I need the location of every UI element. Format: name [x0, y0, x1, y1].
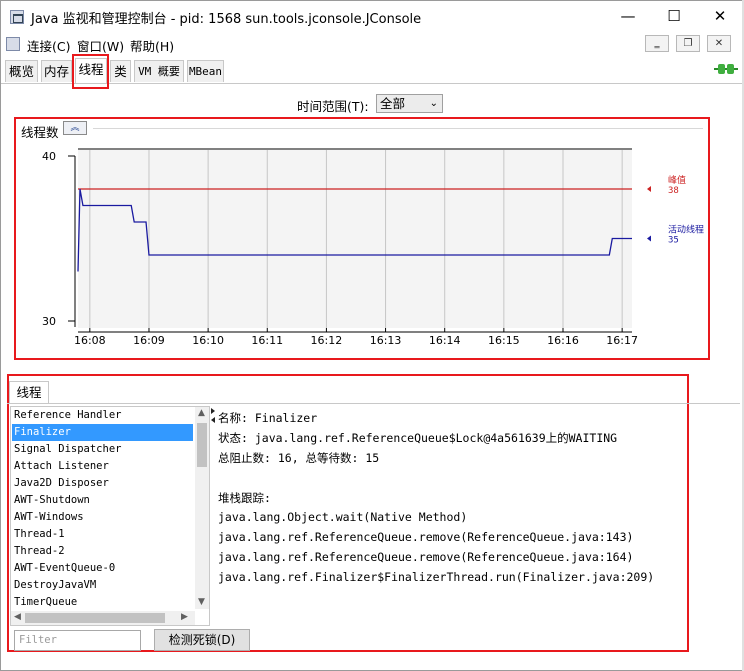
chevrons-up-icon[interactable]: ︽: [63, 121, 87, 135]
series-marker-icon: [647, 235, 651, 242]
thread-list-item[interactable]: AWT-Shutdown: [12, 492, 193, 509]
tab-memory[interactable]: 内存: [41, 60, 72, 82]
thread-details: 名称: Finalizer 状态: java.lang.ref.Reference…: [218, 406, 683, 626]
jconsole-window: Java 监视和管理控制台 - pid: 1568 sun.tools.jcon…: [0, 0, 744, 671]
scroll-right-icon[interactable]: ▶: [181, 612, 188, 622]
detail-line: java.lang.ref.ReferenceQueue.remove(Refe…: [218, 550, 634, 564]
vertical-scrollbar[interactable]: ▲ ▼: [195, 407, 209, 609]
minimize-button[interactable]: —: [605, 1, 651, 32]
title-bar[interactable]: Java 监视和管理控制台 - pid: 1568 sun.tools.jcon…: [1, 1, 743, 32]
time-range-value: 全部: [380, 96, 406, 111]
split-pane-divider[interactable]: [211, 406, 215, 626]
menu-window[interactable]: 窗口(W): [77, 36, 124, 55]
thread-list-item[interactable]: AWT-EventQueue-0: [12, 560, 193, 577]
frame-minimize-button[interactable]: ‗: [645, 35, 669, 52]
frame-restore-button[interactable]: ❐: [676, 35, 700, 52]
x-tick-label: 16:17: [606, 334, 638, 347]
y-tick-label: 40: [42, 150, 56, 163]
detail-line: 状态: java.lang.ref.ReferenceQueue$Lock@4a…: [218, 431, 618, 445]
scroll-thumb[interactable]: [25, 613, 165, 623]
x-tick-label: 16:14: [429, 334, 461, 347]
thread-list[interactable]: TimerQueue DestroyJavaVM AWT-EventQueue-0 T…: [10, 406, 210, 626]
close-button[interactable]: ✕: [697, 1, 743, 32]
chevron-down-icon: ⌄: [429, 98, 438, 109]
scroll-left-icon[interactable]: ◀: [14, 612, 21, 622]
time-range-label: 时间范围(T):: [297, 99, 369, 114]
x-tick-label: 16:10: [192, 334, 224, 347]
detail-line: java.lang.Object.wait(Native Method): [218, 510, 468, 524]
tab-vm-summary[interactable]: VM 概要: [134, 60, 184, 82]
frame-close-button[interactable]: ✕: [707, 35, 731, 52]
scroll-thumb[interactable]: [197, 423, 207, 467]
detail-line: java.lang.ref.Finalizer$FinalizerThread.…: [218, 570, 655, 584]
tab-classes[interactable]: 类: [110, 60, 131, 82]
detect-deadlock-button[interactable]: 检测死锁(D): [154, 629, 250, 651]
scroll-up-icon[interactable]: ▲: [198, 408, 205, 418]
main-tabs: 概览 内存 线程 类 VM 概要 MBean: [1, 57, 743, 84]
maximize-button[interactable]: ☐: [651, 1, 697, 32]
x-tick-label: 16:11: [251, 334, 283, 347]
thread-list-item[interactable]: DestroyJavaVM: [12, 577, 193, 594]
thread-list-item[interactable]: Thread-1: [12, 526, 193, 543]
series-last-value: 35: [668, 236, 679, 246]
series-name: 峰值: [668, 174, 686, 186]
horizontal-scrollbar[interactable]: ◀ ▶: [11, 611, 195, 625]
thread-list-item[interactable]: Signal Dispatcher: [12, 441, 193, 458]
y-tick-label: 30: [42, 315, 56, 328]
series-last-value: 38: [668, 186, 679, 196]
menu-help[interactable]: 帮助(H): [130, 36, 174, 55]
series-name: 活动线程: [668, 224, 704, 236]
thread-count-title: 线程数: [21, 125, 59, 140]
panel-divider: [93, 128, 703, 129]
thread-list-item[interactable]: AWT-Windows: [12, 509, 193, 526]
window-title: Java 监视和管理控制台 - pid: 1568 sun.tools.jcon…: [31, 12, 422, 27]
thread-list-item[interactable]: Thread-2: [12, 543, 193, 560]
detail-line: 总阻止数: 16, 总等待数: 15: [218, 451, 380, 465]
menu-connection[interactable]: 连接(C): [27, 36, 70, 55]
filter-input[interactable]: Filter: [14, 630, 141, 651]
x-tick-label: 16:08: [74, 334, 106, 347]
time-range-select[interactable]: 全部 ⌄: [376, 94, 443, 113]
menu-bar: 连接(C) 窗口(W) 帮助(H) ‗ ❐ ✕: [1, 32, 743, 56]
thread-list-item[interactable]: Reference Handler: [12, 407, 193, 424]
thread-list-item[interactable]: TimerQueue: [12, 594, 193, 611]
thread-list-item[interactable]: Java2D Disposer: [12, 475, 193, 492]
connection-status-icon: [714, 64, 738, 74]
tab-overview[interactable]: 概览: [5, 60, 38, 82]
tab-thread-list[interactable]: 线程: [9, 381, 49, 403]
thread-detail-tabs: 线程: [7, 379, 740, 404]
detail-line: java.lang.ref.ReferenceQueue.remove(Refe…: [218, 530, 634, 544]
scroll-down-icon[interactable]: ▼: [198, 597, 205, 607]
x-tick-label: 16:09: [133, 334, 165, 347]
series-marker-icon: [647, 186, 651, 192]
thread-list-item[interactable]: Finalizer: [12, 424, 193, 441]
thread-count-chart: 16:08 16:09 16:10 16:11 16:12 16:13 16:14 16:15…: [42, 148, 704, 347]
x-tick-label: 16:15: [488, 334, 520, 347]
active-tab-highlight: [72, 54, 109, 89]
tab-mbean[interactable]: MBean: [187, 60, 224, 82]
x-tick-label: 16:13: [370, 334, 402, 347]
thread-list-item[interactable]: Attach Listener: [12, 458, 193, 475]
x-tick-label: 16:12: [311, 334, 343, 347]
x-tick-label: 16:16: [547, 334, 579, 347]
detail-line: 名称: Finalizer: [218, 411, 318, 425]
plot-area: [78, 149, 632, 328]
internal-frame-icon[interactable]: [6, 37, 20, 51]
java-app-icon: [10, 10, 24, 24]
detail-line: 堆栈跟踪:: [218, 491, 271, 505]
